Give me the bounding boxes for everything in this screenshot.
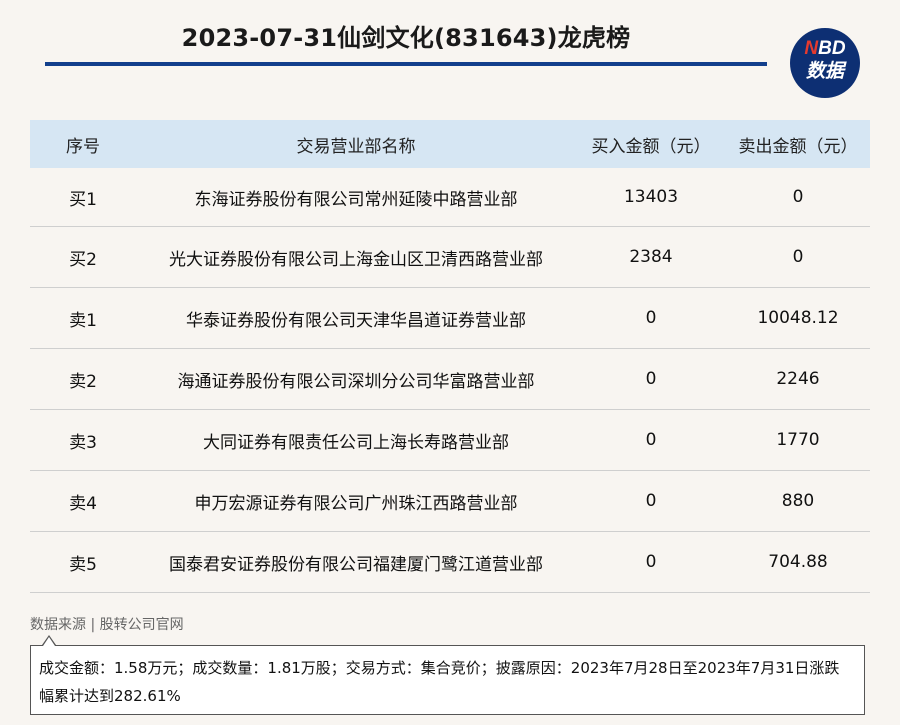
- nbd-logo: NBD 数据: [790, 28, 860, 98]
- table-row: 买2 光大证券股份有限公司上海金山区卫清西路营业部 2384 0: [30, 226, 870, 288]
- table-row: 卖3 大同证券有限责任公司上海长寿路营业部 0 1770: [30, 409, 870, 471]
- row-seq: 买1: [30, 168, 136, 227]
- row-branch-name: 国泰君安证券股份有限公司福建厦门鹭江道营业部: [136, 531, 576, 593]
- callout-pointer-fill: [43, 637, 55, 646]
- row-sell-amount: 1770: [726, 409, 870, 471]
- row-buy-amount: 2384: [576, 226, 726, 288]
- row-buy-amount: 0: [576, 348, 726, 410]
- row-buy-amount: 0: [576, 287, 726, 349]
- page-title: 2023-07-31仙剑文化(831643)龙虎榜: [181, 24, 631, 52]
- table-header-row: 序号 交易营业部名称 买入金额（元） 卖出金额（元）: [30, 120, 870, 168]
- row-branch-name: 华泰证券股份有限公司天津华昌道证券营业部: [136, 287, 576, 349]
- row-branch-name: 海通证券股份有限公司深圳分公司华富路营业部: [136, 348, 576, 410]
- row-buy-amount: 0: [576, 409, 726, 471]
- logo-line1: NBD: [790, 39, 860, 59]
- col-header-sell-amount: 卖出金额（元）: [726, 120, 870, 168]
- row-seq: 卖5: [30, 531, 136, 593]
- col-header-seq: 序号: [30, 120, 136, 168]
- row-seq: 卖4: [30, 470, 136, 532]
- trade-summary-note: 成交金额：1.58万元；成交数量：1.81万股；交易方式：集合竞价；披露原因：2…: [30, 645, 865, 715]
- data-source-caption: 数据来源 | 股转公司官网: [30, 617, 184, 633]
- table-row: 买1 东海证券股份有限公司常州延陵中路营业部 13403 0: [30, 168, 870, 227]
- table-row: 卖2 海通证券股份有限公司深圳分公司华富路营业部 0 2246: [30, 348, 870, 410]
- logo-line2: 数据: [805, 61, 844, 82]
- row-branch-name: 东海证券股份有限公司常州延陵中路营业部: [136, 168, 576, 227]
- row-seq: 卖3: [30, 409, 136, 471]
- row-branch-name: 光大证券股份有限公司上海金山区卫清西路营业部: [136, 226, 576, 288]
- logo-letters: BD: [818, 38, 846, 59]
- row-buy-amount: 0: [576, 470, 726, 532]
- col-header-buy-amount: 买入金额（元）: [576, 120, 726, 168]
- col-header-branch-name: 交易营业部名称: [136, 120, 576, 168]
- title-underline: [45, 62, 767, 66]
- table-row: 卖5 国泰君安证券股份有限公司福建厦门鹭江道营业部 0 704.88: [30, 531, 870, 593]
- table-row: 卖1 华泰证券股份有限公司天津华昌道证券营业部 0 10048.12: [30, 287, 870, 349]
- row-seq: 买2: [30, 226, 136, 288]
- row-seq: 卖1: [30, 287, 136, 349]
- row-buy-amount: 0: [576, 531, 726, 593]
- row-sell-amount: 880: [726, 470, 870, 532]
- row-sell-amount: 2246: [726, 348, 870, 410]
- row-branch-name: 大同证券有限责任公司上海长寿路营业部: [136, 409, 576, 471]
- row-sell-amount: 704.88: [726, 531, 870, 593]
- row-sell-amount: 0: [726, 226, 870, 288]
- dragon-tiger-table: 序号 交易营业部名称 买入金额（元） 卖出金额（元） 买1 东海证券股份有限公司…: [30, 120, 870, 593]
- row-branch-name: 申万宏源证券有限公司广州珠江西路营业部: [136, 470, 576, 532]
- row-seq: 卖2: [30, 348, 136, 410]
- table-row: 卖4 申万宏源证券有限公司广州珠江西路营业部 0 880: [30, 470, 870, 532]
- logo-accent-letter: N: [804, 38, 819, 59]
- row-sell-amount: 10048.12: [726, 287, 870, 349]
- row-buy-amount: 13403: [576, 168, 726, 227]
- row-sell-amount: 0: [726, 168, 870, 227]
